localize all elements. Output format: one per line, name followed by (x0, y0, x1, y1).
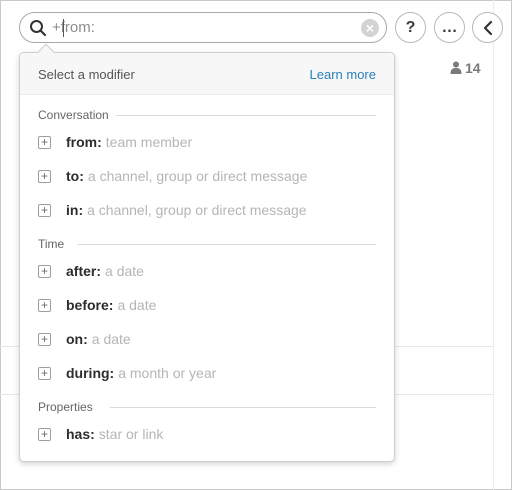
modifier-hint: a date (105, 263, 144, 279)
section-divider (116, 115, 376, 116)
search-bar[interactable]: +from: × (19, 12, 387, 43)
plus-icon: + (38, 367, 51, 380)
plus-icon: + (38, 136, 51, 149)
dropdown-header: Select a modifier Learn more (20, 53, 394, 95)
section-label-time: Time (38, 237, 65, 251)
plus-icon: + (38, 428, 51, 441)
modifier-key: on: (66, 331, 88, 347)
modifier-key: to: (66, 168, 84, 184)
text-cursor (63, 19, 64, 37)
member-count-value: 14 (465, 60, 481, 76)
plus-icon: + (38, 333, 51, 346)
help-button[interactable]: ? (395, 12, 426, 43)
modifier-key: has: (66, 426, 95, 442)
clear-icon[interactable]: × (361, 19, 379, 37)
back-button[interactable] (472, 12, 503, 43)
more-button[interactable]: … (434, 12, 465, 43)
more-label: … (441, 19, 458, 36)
member-count[interactable]: 14 (450, 60, 481, 76)
section-divider (110, 407, 376, 408)
person-icon (450, 61, 462, 74)
plus-icon: + (38, 299, 51, 312)
chevron-left-icon (483, 20, 493, 36)
section-divider (78, 244, 376, 245)
learn-more-link[interactable]: Learn more (310, 67, 376, 82)
modifier-key: before: (66, 297, 114, 313)
search-icon (30, 20, 47, 37)
modifier-dropdown: Select a modifier Learn more Conversatio… (19, 43, 395, 462)
modifier-hint: a channel, group or direct message (87, 202, 307, 218)
plus-icon: + (38, 170, 51, 183)
section-label-properties: Properties (38, 400, 93, 414)
modifier-hint: a channel, group or direct message (87, 168, 308, 184)
modifier-key: during: (66, 365, 115, 381)
plus-icon: + (38, 204, 51, 217)
modifier-hint: team member (105, 134, 193, 150)
dropdown-title: Select a modifier (38, 67, 135, 82)
section-label-conversation: Conversation (38, 108, 109, 122)
help-label: ? (405, 19, 416, 36)
plus-icon: + (38, 265, 51, 278)
modifier-hint: star or link (98, 426, 164, 442)
modifier-hint: a date (91, 331, 131, 347)
background-divider (493, 0, 494, 490)
modifier-hint: a month or year (118, 365, 217, 381)
modifier-hint: a date (117, 297, 157, 313)
modifier-key: after: (66, 263, 102, 279)
modifier-key: from: (66, 134, 102, 150)
search-input[interactable]: +from: (52, 19, 95, 37)
modifier-key: in: (66, 202, 84, 218)
